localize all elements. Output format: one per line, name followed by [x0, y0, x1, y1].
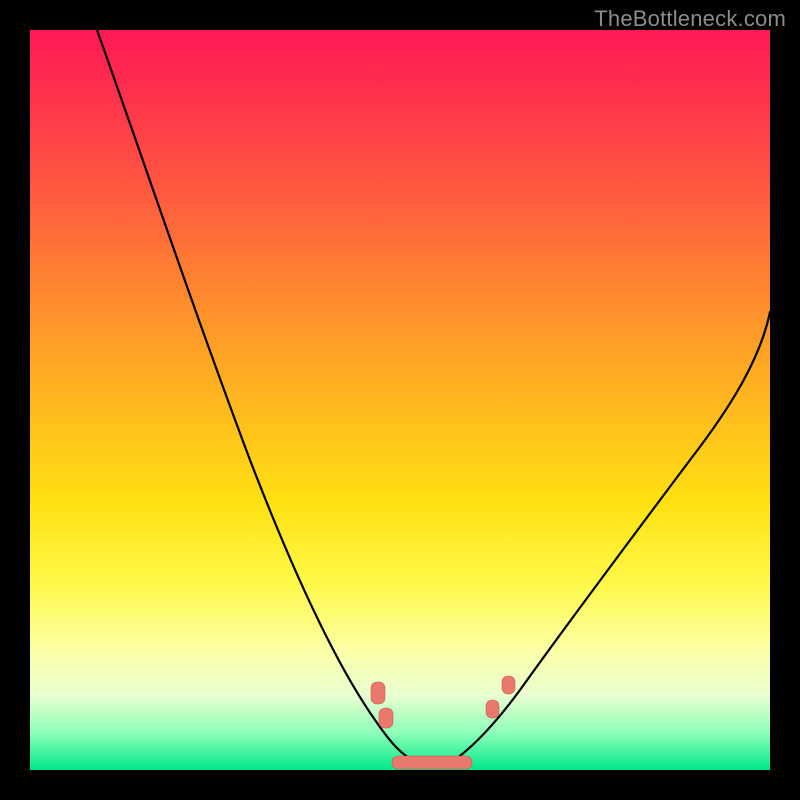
curve-right-arm: [450, 312, 770, 763]
bottleneck-curve: [30, 30, 770, 770]
marker-right-upper: [502, 676, 515, 694]
marker-valley-bar: [392, 756, 472, 769]
plot-area: [30, 30, 770, 770]
marker-right-lower: [486, 700, 499, 718]
chart-frame: TheBottleneck.com: [0, 0, 800, 800]
watermark-text: TheBottleneck.com: [594, 6, 786, 32]
marker-left-lower: [379, 708, 393, 728]
curve-left-arm: [97, 30, 418, 763]
marker-left-upper: [371, 682, 385, 704]
